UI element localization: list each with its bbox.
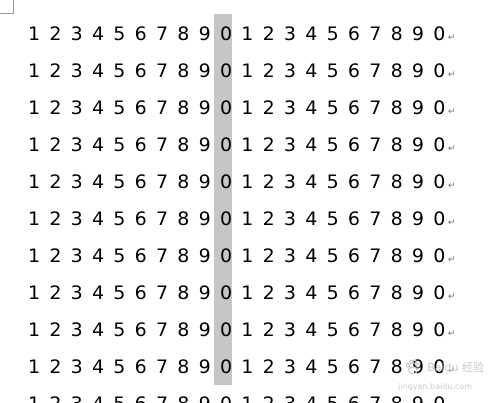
document-page: 1 2 3 4 5 6 7 8 9 0 1 2 3 4 5 6 7 8 9 0 … xyxy=(0,0,502,403)
line-text: 1 2 3 4 5 6 7 8 9 0 1 2 3 4 5 6 7 8 9 0 xyxy=(28,23,447,45)
paragraph-mark-icon: ↵ xyxy=(447,218,456,228)
line-text: 1 2 3 4 5 6 7 8 9 0 1 2 3 4 5 6 7 8 9 0 xyxy=(28,60,447,82)
line-text: 1 2 3 4 5 6 7 8 9 0 1 2 3 4 5 6 7 8 9 0 xyxy=(28,393,447,403)
line-text: 1 2 3 4 5 6 7 8 9 0 1 2 3 4 5 6 7 8 9 0 xyxy=(28,208,447,230)
paragraph-mark-icon: ↵ xyxy=(447,292,456,302)
line-text: 1 2 3 4 5 6 7 8 9 0 1 2 3 4 5 6 7 8 9 0 xyxy=(28,171,447,193)
paw-icon xyxy=(405,359,421,375)
text-line[interactable]: 1 2 3 4 5 6 7 8 9 0 1 2 3 4 5 6 7 8 9 0 … xyxy=(28,278,455,308)
text-line[interactable]: 1 2 3 4 5 6 7 8 9 0 1 2 3 4 5 6 7 8 9 0 … xyxy=(28,19,455,49)
text-line[interactable]: 1 2 3 4 5 6 7 8 9 0 1 2 3 4 5 6 7 8 9 0 … xyxy=(28,352,455,382)
paragraph-mark-icon: ↵ xyxy=(447,329,456,339)
watermark-url: jingyan.baidu.com xyxy=(398,382,472,391)
text-line[interactable]: 1 2 3 4 5 6 7 8 9 0 1 2 3 4 5 6 7 8 9 0 … xyxy=(28,315,455,345)
line-text: 1 2 3 4 5 6 7 8 9 0 1 2 3 4 5 6 7 8 9 0 xyxy=(28,319,447,341)
text-line[interactable]: 1 2 3 4 5 6 7 8 9 0 1 2 3 4 5 6 7 8 9 0 … xyxy=(28,167,455,197)
watermark: Baidu 经验 xyxy=(403,357,484,377)
paragraph-mark-icon: ↵ xyxy=(447,255,456,265)
line-text: 1 2 3 4 5 6 7 8 9 0 1 2 3 4 5 6 7 8 9 0 xyxy=(28,134,447,156)
line-text: 1 2 3 4 5 6 7 8 9 0 1 2 3 4 5 6 7 8 9 0 xyxy=(28,245,447,267)
text-line[interactable]: 1 2 3 4 5 6 7 8 9 0 1 2 3 4 5 6 7 8 9 0 … xyxy=(28,93,455,123)
text-line[interactable]: 1 2 3 4 5 6 7 8 9 0 1 2 3 4 5 6 7 8 9 0 … xyxy=(28,130,455,160)
paragraph-mark-icon: ↵ xyxy=(447,144,456,154)
line-text: 1 2 3 4 5 6 7 8 9 0 1 2 3 4 5 6 7 8 9 0 xyxy=(28,282,447,304)
paragraph-mark-icon: ↵ xyxy=(447,70,456,80)
paragraph-mark-icon: ↵ xyxy=(447,181,456,191)
text-line[interactable]: 1 2 3 4 5 6 7 8 9 0 1 2 3 4 5 6 7 8 9 0 xyxy=(28,389,448,403)
text-line[interactable]: 1 2 3 4 5 6 7 8 9 0 1 2 3 4 5 6 7 8 9 0 … xyxy=(28,56,455,86)
line-text: 1 2 3 4 5 6 7 8 9 0 1 2 3 4 5 6 7 8 9 0 xyxy=(28,356,447,378)
text-line[interactable]: 1 2 3 4 5 6 7 8 9 0 1 2 3 4 5 6 7 8 9 0 … xyxy=(28,241,455,271)
paragraph-mark-icon: ↵ xyxy=(447,107,456,117)
page-corner-mark xyxy=(0,0,14,14)
text-line[interactable]: 1 2 3 4 5 6 7 8 9 0 1 2 3 4 5 6 7 8 9 0 … xyxy=(28,204,455,234)
paragraph-mark-icon: ↵ xyxy=(447,33,456,43)
watermark-text: Baidu 经验 xyxy=(427,361,484,374)
line-text: 1 2 3 4 5 6 7 8 9 0 1 2 3 4 5 6 7 8 9 0 xyxy=(28,97,447,119)
